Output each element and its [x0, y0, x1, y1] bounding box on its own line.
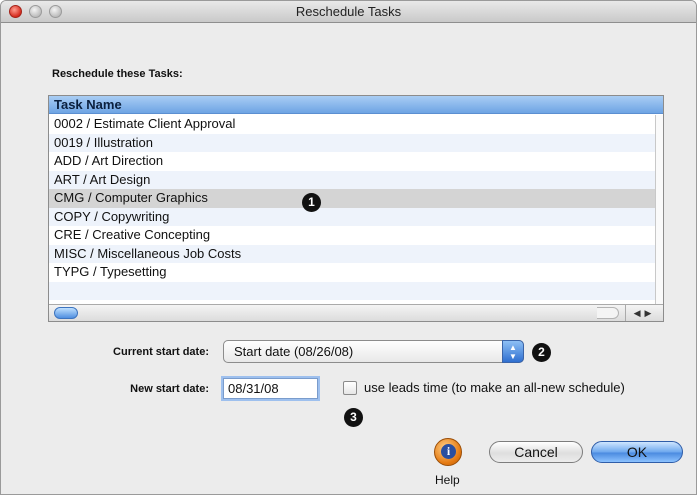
window-title: Reschedule Tasks [295, 4, 402, 19]
task-rows: 0002 / Estimate Client Approval 0019 / I… [49, 115, 657, 300]
title-bar: Reschedule Tasks [1, 1, 696, 23]
horizontal-scrollbar[interactable]: ◀▶ [49, 304, 663, 321]
reschedule-tasks-dialog: Reschedule Tasks Reschedule these Tasks:… [0, 0, 697, 495]
task-row[interactable]: 0002 / Estimate Client Approval [49, 115, 657, 134]
scroll-track-end [597, 307, 619, 319]
use-leads-time-checkbox[interactable] [343, 381, 357, 395]
task-row[interactable]: CRE / Creative Concepting [49, 226, 657, 245]
task-row-empty [49, 281, 657, 300]
new-start-date-label: New start date: [130, 383, 209, 395]
task-row[interactable]: 0019 / Illustration [49, 133, 657, 152]
help-button[interactable]: i [434, 438, 462, 466]
info-icon: i [441, 444, 456, 459]
task-row-selected[interactable]: CMG / Computer Graphics [49, 189, 657, 208]
callout-badge-3: 3 [344, 408, 363, 427]
current-start-date-label: Current start date: [113, 346, 209, 358]
section-label: Reschedule these Tasks: [52, 68, 183, 80]
task-row[interactable]: COPY / Copywriting [49, 207, 657, 226]
task-row[interactable]: ADD / Art Direction [49, 152, 657, 171]
scroll-arrows-icon[interactable]: ◀▶ [625, 305, 663, 321]
callout-badge-2: 2 [532, 343, 551, 362]
task-name-column-header[interactable]: Task Name [49, 96, 663, 114]
task-row[interactable]: MISC / Miscellaneous Job Costs [49, 244, 657, 263]
ok-button[interactable]: OK [591, 441, 683, 463]
cancel-button[interactable]: Cancel [489, 441, 583, 463]
vertical-scrollbar[interactable] [655, 115, 663, 304]
current-start-date-value: Start date (08/26/08) [234, 344, 354, 359]
task-list[interactable]: Task Name 0002 / Estimate Client Approva… [48, 95, 664, 322]
new-start-date-input[interactable] [223, 378, 318, 399]
use-leads-time-label: use leads time (to make an all-new sched… [364, 380, 625, 395]
popup-arrows-icon[interactable]: ▲ ▼ [502, 340, 524, 363]
task-row[interactable]: ART / Art Design [49, 170, 657, 189]
horizontal-scroll-thumb[interactable] [54, 307, 78, 319]
callout-badge-1: 1 [302, 193, 321, 212]
current-start-date-popup[interactable]: Start date (08/26/08) ▲ ▼ [223, 340, 524, 363]
help-label: Help [435, 473, 460, 487]
task-row[interactable]: TYPG / Typesetting [49, 263, 657, 282]
